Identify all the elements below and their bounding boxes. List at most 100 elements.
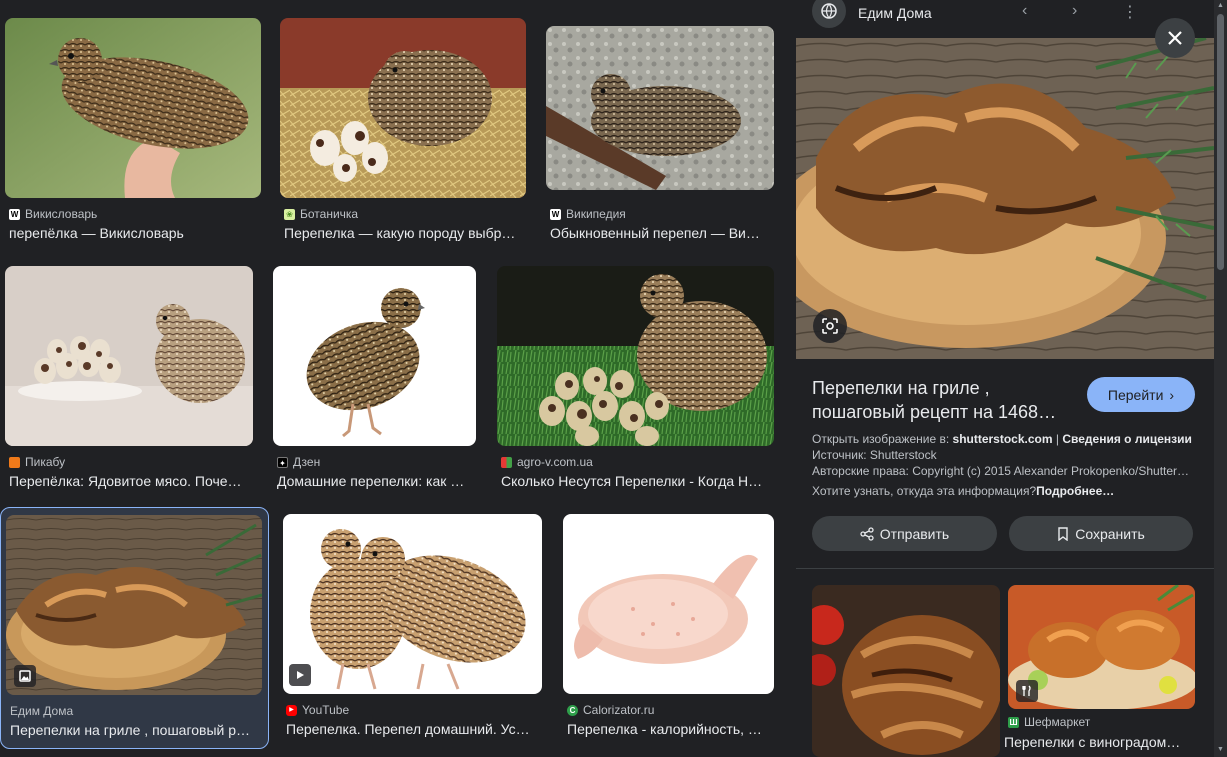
result-card[interactable]: ✦ Дзен Домашние перепелки: как … (273, 266, 476, 492)
scroll-down-icon[interactable]: ▼ (1217, 746, 1224, 753)
result-title[interactable]: Перепелка. Перепел домашний. Ус… (286, 721, 541, 737)
result-source[interactable]: ❀ Ботаничка (284, 207, 358, 221)
close-button[interactable] (1155, 18, 1195, 58)
open-in-line: Открыть изображение в: shutterstock.com … (812, 432, 1192, 446)
result-image[interactable] (280, 18, 526, 198)
site-name[interactable]: Едим Дома (858, 5, 932, 21)
related-title[interactable]: Перепелки с виноградом… (1004, 734, 1184, 750)
result-source[interactable]: ✦ Дзен (277, 455, 320, 469)
source-line: Источник: Shutterstock (812, 448, 937, 462)
result-card[interactable]: W Википедия Обыкновенный перепел — Ви… (546, 26, 774, 244)
next-icon[interactable]: › (1072, 2, 1077, 20)
pikabu-favicon-icon (9, 456, 20, 468)
preview-title-line[interactable]: Перепелки на гриле , (812, 376, 1062, 400)
lens-search-icon[interactable] (813, 309, 847, 343)
separator: | (1052, 432, 1063, 446)
result-card[interactable]: ❀ Ботаничка Перепелка — какую породу выбр… (280, 18, 526, 244)
result-image[interactable] (283, 514, 542, 694)
preview-title-line[interactable]: пошаговый рецепт на 1468… (812, 400, 1062, 424)
result-image[interactable] (546, 26, 774, 190)
result-title[interactable]: Обыкновенный перепел — Ви… (550, 225, 772, 241)
result-image[interactable] (5, 18, 261, 198)
agro-favicon-icon (501, 456, 512, 468)
more-options-icon[interactable]: ⋮ (1122, 2, 1138, 22)
source-label: agro-v.com.ua (517, 455, 593, 469)
result-source[interactable]: W Викисловарь (9, 207, 97, 221)
result-card[interactable]: ▶ YouTube Перепелка. Перепел домашний. Ус… (283, 514, 542, 740)
share-label: Отправить (879, 525, 950, 542)
go-to-site-button[interactable]: Перейти › (1087, 377, 1195, 412)
source-label: Ботаничка (300, 207, 359, 221)
related-image[interactable] (812, 585, 1000, 757)
result-source[interactable]: agro-v.com.ua (501, 455, 593, 469)
info-line: Хотите узнать, откуда эта информация?Под… (812, 484, 1114, 498)
scroll-up-icon[interactable]: ▲ (1217, 2, 1224, 9)
video-play-icon (289, 664, 311, 686)
result-source[interactable]: ▶ YouTube (286, 703, 349, 717)
open-in-site-link[interactable]: shutterstock.com (953, 432, 1053, 446)
previous-icon[interactable]: ‹ (1022, 2, 1027, 20)
preview-image[interactable] (796, 38, 1214, 359)
related-image[interactable] (1008, 585, 1195, 709)
botanichka-favicon-icon: ❀ (284, 208, 295, 220)
result-card[interactable]: W Викисловарь перепёлка — Викисловарь (5, 18, 261, 244)
calorizator-favicon-icon: C (567, 704, 578, 716)
chevron-right-icon: › (1169, 386, 1175, 403)
source-label: Пикабу (25, 455, 66, 469)
result-source[interactable]: Едим Дома (10, 704, 73, 718)
preview-title[interactable]: Перепелки на гриле , пошаговый рецепт на… (812, 376, 1062, 424)
panel-header: Едим Дома ‹ › ⋮ (796, 0, 1214, 38)
info-question: Хотите узнать, откуда эта информация? (812, 484, 1037, 498)
result-source[interactable]: C Calorizator.ru (567, 703, 654, 717)
site-favicon-icon[interactable] (812, 0, 846, 28)
image-preview-panel: Едим Дома ‹ › ⋮ Перепелки на гриле , пош… (796, 0, 1214, 757)
image-results-grid: W Викисловарь перепёлка — Викисловарь ❀ Бо (0, 0, 790, 757)
wikipedia-favicon-icon: W (550, 208, 561, 220)
result-card[interactable]: C Calorizator.ru Перепелка - калорийность… (563, 514, 774, 740)
result-image[interactable] (5, 266, 253, 446)
youtube-favicon-icon: ▶ (286, 704, 297, 716)
result-title[interactable]: Перепелки на гриле , пошаговый р… (10, 722, 262, 738)
image-type-icon (14, 665, 36, 687)
source-label: Calorizator.ru (583, 703, 655, 717)
info-more-link[interactable]: Подробнее… (1036, 484, 1114, 498)
source-label: Викисловарь (25, 207, 98, 221)
result-image[interactable] (6, 515, 262, 695)
result-title[interactable]: Сколько Несутся Перепелки - Когда Н… (501, 473, 774, 489)
result-title[interactable]: Перепёлка: Ядовитое мясо. Поче… (9, 473, 253, 489)
related-card[interactable] (812, 585, 1000, 757)
share-button[interactable]: Отправить (812, 516, 997, 551)
result-image[interactable] (273, 266, 476, 446)
recipe-icon (1016, 680, 1038, 702)
result-title[interactable]: Перепелка - калорийность, … (567, 721, 774, 737)
divider (796, 568, 1214, 569)
result-title[interactable]: Перепелка — какую породу выбр… (284, 225, 524, 241)
save-label: Сохранить (1075, 525, 1145, 542)
source-label: Шефмаркет (1024, 715, 1091, 729)
related-card[interactable]: Ш Шефмаркет Перепелки с виноградом… (1004, 585, 1195, 757)
shefmarket-favicon-icon: Ш (1008, 716, 1019, 728)
dzen-favicon-icon: ✦ (277, 456, 288, 468)
result-card[interactable]: agro-v.com.ua Сколько Несутся Перепелки … (497, 266, 774, 492)
save-button[interactable]: Сохранить (1009, 516, 1193, 551)
result-title[interactable]: Домашние перепелки: как … (277, 473, 476, 489)
copyright-line: Авторские права: Copyright (c) 2015 Alex… (812, 464, 1190, 478)
source-label: Википедия (566, 207, 626, 221)
source-label: Едим Дома (10, 704, 74, 718)
related-source[interactable]: Ш Шефмаркет (1008, 715, 1090, 729)
source-label: Дзен (293, 455, 321, 469)
result-image[interactable] (563, 514, 774, 694)
result-source[interactable]: W Википедия (550, 207, 626, 221)
result-source[interactable]: Пикабу (9, 455, 65, 469)
result-title[interactable]: перепёлка — Викисловарь (9, 225, 259, 241)
wiktionary-favicon-icon: W (9, 208, 20, 220)
panel-scrollbar[interactable]: ▲ ▼ (1214, 0, 1227, 757)
license-link[interactable]: Сведения о лицензии (1062, 432, 1192, 446)
close-icon (1168, 31, 1182, 45)
open-in-label: Открыть изображение в: (812, 432, 953, 446)
scrollbar-thumb[interactable] (1217, 14, 1224, 270)
result-card[interactable]: Пикабу Перепёлка: Ядовитое мясо. Поче… (5, 266, 253, 492)
share-icon (860, 526, 874, 541)
result-card-selected[interactable]: Едим Дома Перепелки на гриле , пошаговый… (0, 507, 269, 749)
result-image[interactable] (497, 266, 774, 446)
